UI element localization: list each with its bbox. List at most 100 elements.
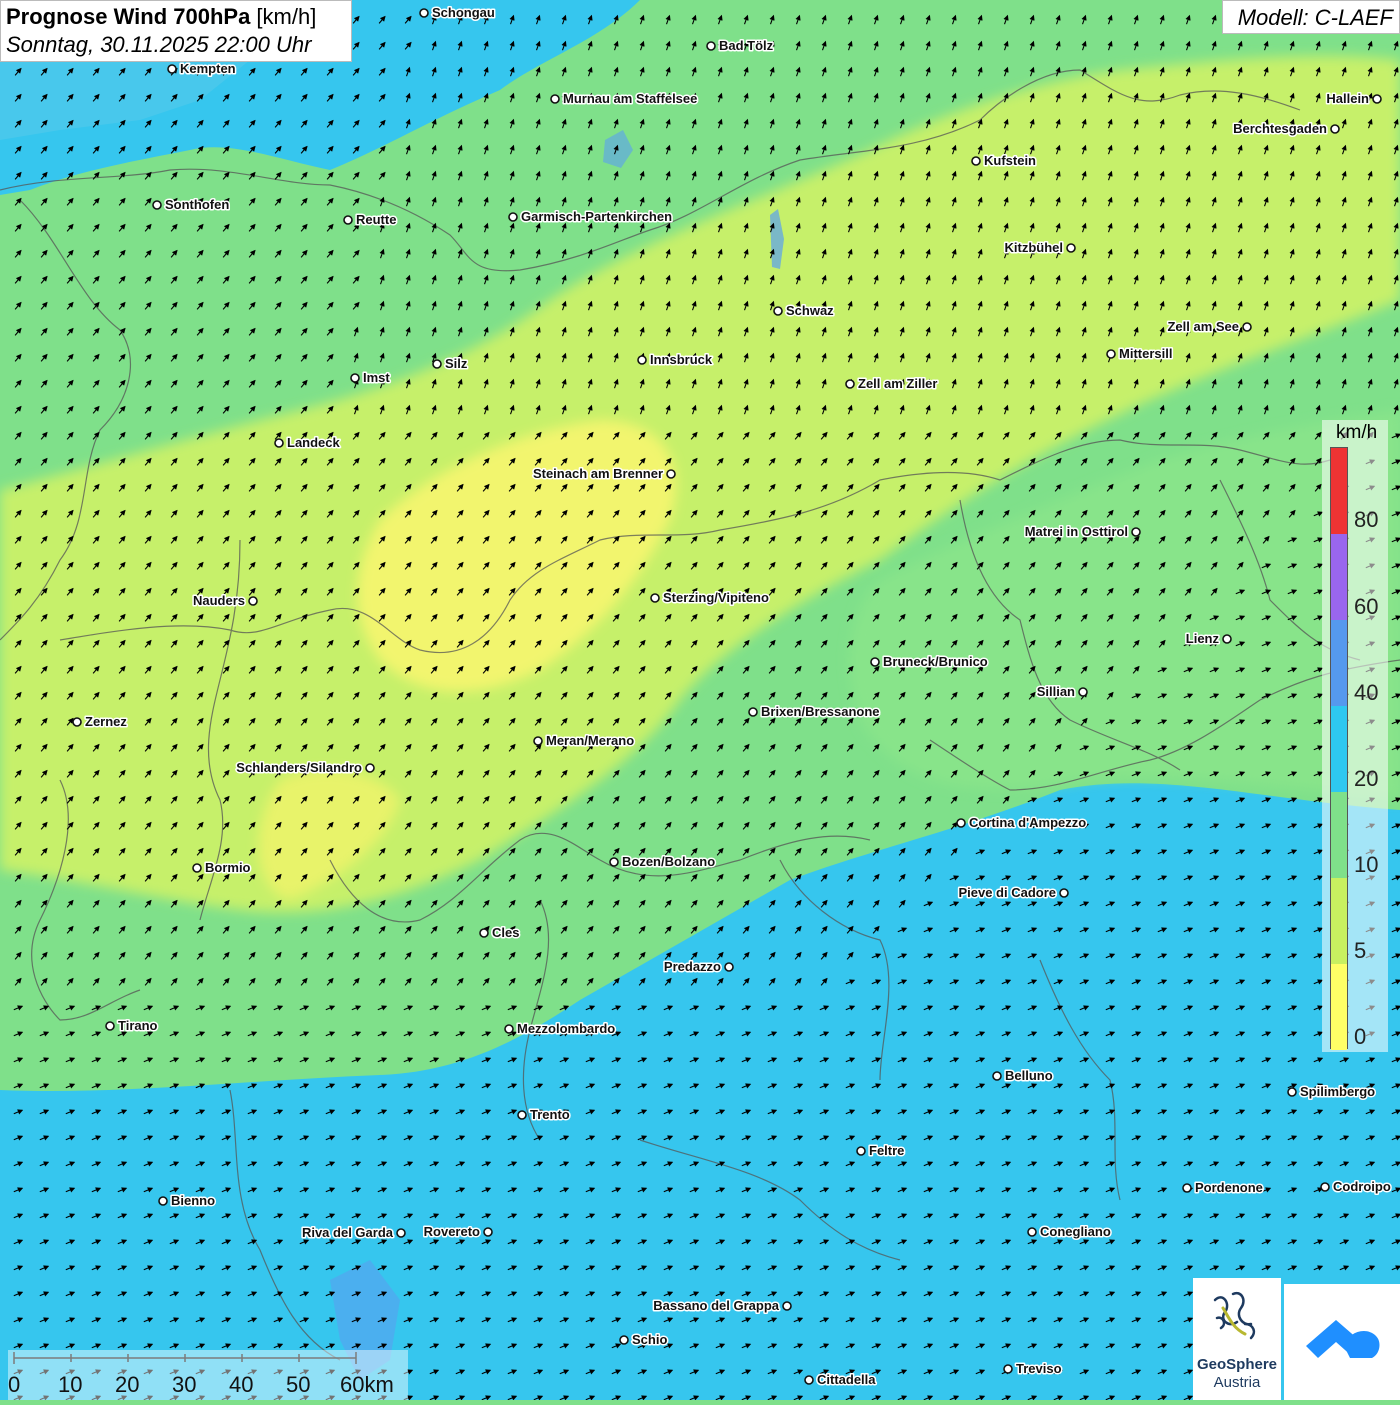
legend-label: 10 bbox=[1354, 852, 1379, 877]
city-label: Schwaz bbox=[786, 303, 834, 318]
city-dot-icon bbox=[419, 8, 429, 18]
city-label: Kufstein bbox=[984, 153, 1036, 168]
city-dot-icon bbox=[1131, 527, 1141, 537]
city-marker: Berchtesgaden bbox=[1232, 120, 1340, 138]
city-dot-icon bbox=[1066, 243, 1076, 253]
title-unit: [km/h] bbox=[250, 4, 317, 29]
city-marker: Garmisch-Partenkirchen bbox=[508, 208, 674, 226]
city-dot-icon bbox=[517, 1110, 527, 1120]
city-label: Cles bbox=[492, 925, 519, 940]
city-dot-icon bbox=[167, 64, 177, 74]
city-dot-icon bbox=[1372, 94, 1382, 104]
city-marker: Steinach am Brenner bbox=[531, 465, 676, 483]
city-label: Codroipo bbox=[1333, 1179, 1391, 1194]
legend-label: 60 bbox=[1354, 594, 1379, 619]
city-dot-icon bbox=[152, 200, 162, 210]
city-label: Berchtesgaden bbox=[1233, 121, 1327, 136]
city-dot-icon bbox=[1330, 124, 1340, 134]
app-logo[interactable] bbox=[1284, 1284, 1400, 1400]
legend-label: 0 bbox=[1354, 1024, 1367, 1049]
city-label: Cittadella bbox=[817, 1372, 876, 1387]
city-marker: Zell am See bbox=[1166, 318, 1252, 336]
city-dot-icon bbox=[365, 763, 375, 773]
city-marker: Pordenone bbox=[1182, 1179, 1264, 1197]
legend-band-60 bbox=[1331, 534, 1347, 620]
city-label: Bad Tölz bbox=[719, 38, 774, 53]
scale-label: 50 bbox=[286, 1372, 311, 1397]
city-label: Silz bbox=[445, 356, 468, 371]
geosphere-logo-line2: Austria bbox=[1213, 1374, 1261, 1391]
city-label: Steinach am Brenner bbox=[533, 466, 663, 481]
city-label: Feltre bbox=[869, 1143, 904, 1158]
city-dot-icon bbox=[992, 1071, 1002, 1081]
city-dot-icon bbox=[956, 818, 966, 828]
city-marker: Riva del Garda bbox=[300, 1224, 406, 1242]
legend-band-10 bbox=[1331, 792, 1347, 878]
city-label: Bormio bbox=[205, 860, 251, 875]
city-label: Riva del Garda bbox=[302, 1225, 394, 1240]
title-bold: Prognose Wind 700hPa bbox=[6, 4, 251, 29]
scale-label: 30 bbox=[172, 1372, 197, 1397]
city-label: Kitzbühel bbox=[1005, 240, 1064, 255]
city-marker: Bruneck/Brunico bbox=[870, 653, 989, 671]
city-dot-icon bbox=[533, 736, 543, 746]
city-dot-icon bbox=[1059, 888, 1069, 898]
city-label: Tirano bbox=[118, 1018, 158, 1033]
city-marker: Conegliano bbox=[1027, 1223, 1112, 1241]
city-label: Treviso bbox=[1016, 1361, 1062, 1376]
scale-label: 20 bbox=[115, 1372, 140, 1397]
city-marker: Pieve di Cadore bbox=[957, 884, 1069, 902]
city-dot-icon bbox=[666, 469, 676, 479]
city-dot-icon bbox=[274, 438, 284, 448]
city-dot-icon bbox=[773, 306, 783, 316]
city-dot-icon bbox=[105, 1021, 115, 1031]
city-dot-icon bbox=[609, 857, 619, 867]
city-dot-icon bbox=[508, 212, 518, 222]
geosphere-logo-line1: GeoSphere bbox=[1196, 1356, 1278, 1373]
geosphere-emblem-icon bbox=[1213, 1291, 1256, 1340]
city-label: Matrei in Osttirol bbox=[1025, 524, 1128, 539]
city-dot-icon bbox=[782, 1301, 792, 1311]
city-dot-icon bbox=[550, 94, 560, 104]
map-title: Prognose Wind 700hPa [km/h] bbox=[6, 4, 316, 30]
city-label: Meran/Merano bbox=[546, 733, 634, 748]
city-label: Bienno bbox=[171, 1193, 215, 1208]
city-label: Sterzing/Vipiteno bbox=[663, 590, 769, 605]
city-dot-icon bbox=[343, 215, 353, 225]
model-box: Modell: C-LAEF bbox=[1222, 0, 1400, 34]
city-label: Cortina d'Ampezzo bbox=[969, 815, 1086, 830]
color-legend: km/h 80 60 40 20 10 5 0 bbox=[1322, 420, 1388, 1052]
legend-label: 40 bbox=[1354, 680, 1379, 705]
legend-colorbar bbox=[1330, 447, 1348, 1050]
city-marker: Sterzing/Vipiteno bbox=[650, 589, 770, 607]
city-label: Rovereto bbox=[424, 1224, 480, 1239]
city-label: Reutte bbox=[356, 212, 396, 227]
city-marker: Cortina d'Ampezzo bbox=[956, 814, 1088, 832]
city-label: Belluno bbox=[1005, 1068, 1053, 1083]
city-dot-icon bbox=[870, 657, 880, 667]
title-box: Prognose Wind 700hPa [km/h] Sonntag, 30.… bbox=[0, 0, 352, 62]
city-dot-icon bbox=[248, 596, 258, 606]
legend-band-0 bbox=[1331, 964, 1347, 1050]
city-label: Predazzo bbox=[664, 959, 721, 974]
city-dot-icon bbox=[1106, 349, 1116, 359]
city-dot-icon bbox=[1078, 687, 1088, 697]
city-label: Spilimbergo bbox=[1300, 1084, 1375, 1099]
city-dot-icon bbox=[637, 355, 647, 365]
city-label: Kempten bbox=[180, 61, 236, 76]
city-marker: Matrei in Osttirol bbox=[1023, 523, 1141, 541]
app-logo-icon bbox=[1306, 1320, 1380, 1358]
city-marker: Mezzolombardo bbox=[504, 1020, 617, 1038]
city-marker: Innsbruck bbox=[637, 351, 714, 369]
city-label: Trento bbox=[530, 1107, 570, 1122]
city-dot-icon bbox=[1242, 322, 1252, 332]
geosphere-logo[interactable]: GeoSphere Austria bbox=[1193, 1278, 1281, 1400]
forecast-datetime: Sonntag, 30.11.2025 22:00 Uhr bbox=[6, 32, 312, 57]
legend-unit: km/h bbox=[1336, 422, 1378, 443]
city-dot-icon bbox=[483, 1227, 493, 1237]
legend-label: 80 bbox=[1354, 507, 1379, 532]
city-dot-icon bbox=[619, 1335, 629, 1345]
city-dot-icon bbox=[72, 717, 82, 727]
city-dot-icon bbox=[804, 1375, 814, 1385]
legend-band-80 bbox=[1331, 448, 1347, 534]
